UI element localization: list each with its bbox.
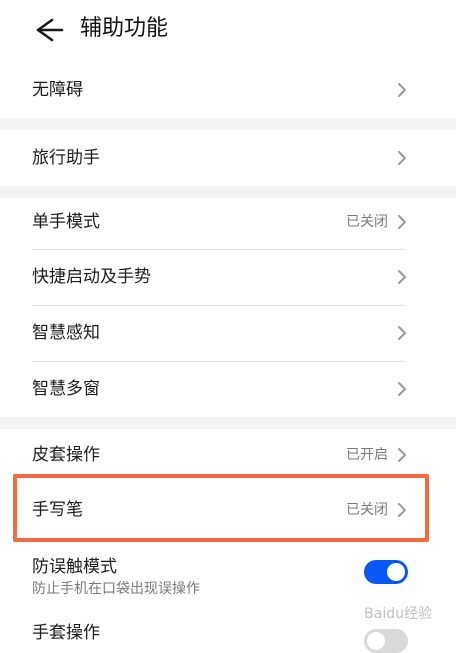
chevron-right-icon — [398, 326, 406, 340]
menu-item-shortcuts-gestures[interactable]: 快捷启动及手势 — [0, 249, 456, 305]
menu-item-smart-multi-window[interactable]: 智慧多窗 — [0, 361, 456, 417]
toggle-row-accidental-touch[interactable]: 防误触模式 防止手机在口袋出现误操作 — [0, 548, 456, 606]
menu-item-label: 旅行助手 — [32, 148, 100, 168]
toggle-switch-on[interactable] — [364, 560, 408, 584]
menu-item-accessibility[interactable]: 无障碍 — [0, 62, 456, 118]
menu-item-label: 快捷启动及手势 — [32, 267, 151, 287]
status-value: 已关闭 — [346, 214, 388, 230]
toggle-label: 手套操作 — [32, 623, 100, 643]
toggle-description: 防止手机在口袋出现误操作 — [32, 581, 200, 597]
toggle-label: 防误触模式 — [32, 557, 117, 577]
watermark: Baidu经验 — [364, 606, 432, 622]
chevron-right-icon — [398, 151, 406, 165]
toggle-switch-off[interactable] — [364, 629, 408, 653]
chevron-right-icon — [398, 382, 406, 396]
highlight-box — [13, 474, 429, 542]
page-title: 辅助功能 — [80, 16, 169, 41]
section-gap — [0, 118, 456, 130]
back-arrow-icon[interactable] — [30, 14, 66, 46]
menu-item-label: 智慧感知 — [32, 323, 100, 343]
switch-knob — [387, 563, 405, 581]
chevron-right-icon — [398, 270, 406, 284]
chevron-right-icon — [398, 448, 406, 462]
menu-item-one-handed-mode[interactable]: 单手模式 已关闭 — [0, 194, 456, 250]
menu-item-smart-sensing[interactable]: 智慧感知 — [0, 305, 456, 361]
menu-item-label: 无障碍 — [32, 80, 83, 100]
chevron-right-icon — [398, 83, 406, 97]
chevron-right-icon — [398, 215, 406, 229]
header: 辅助功能 — [0, 0, 456, 62]
menu-item-label: 智慧多窗 — [32, 379, 100, 399]
menu-item-label: 单手模式 — [32, 212, 100, 232]
switch-knob — [367, 632, 385, 650]
menu-item-travel-assistant[interactable]: 旅行助手 — [0, 130, 456, 186]
